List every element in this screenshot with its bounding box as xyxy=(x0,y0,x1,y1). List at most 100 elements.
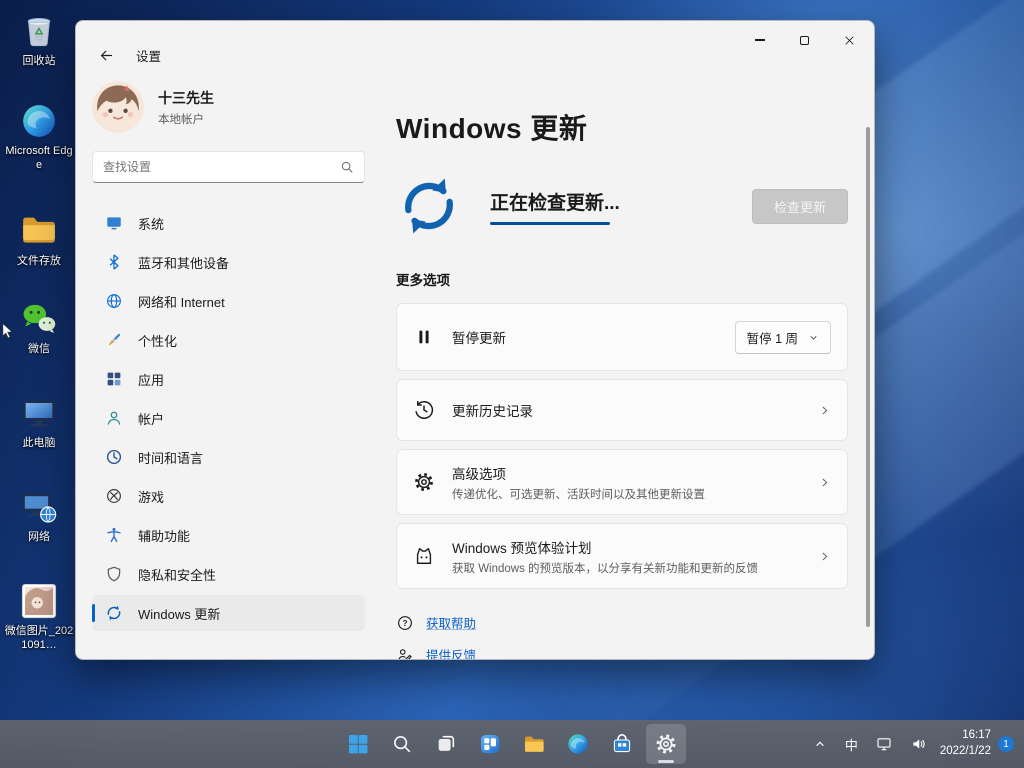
desktop-icon-edge[interactable]: Microsoft Edge xyxy=(4,100,74,173)
user-account-row[interactable]: 十三先生 本地帐户 xyxy=(92,81,365,133)
sidebar-item-privacy-security[interactable]: 隐私和安全性 xyxy=(92,556,365,592)
shield-icon xyxy=(105,565,123,583)
sidebar-item-label: 帐户 xyxy=(138,409,164,428)
network-tray-button[interactable] xyxy=(870,724,898,764)
desktop-icon-label: Microsoft Edge xyxy=(4,145,74,173)
update-progress-bar xyxy=(490,222,610,225)
recycle-bin-icon xyxy=(18,10,60,52)
microsoft-store-button[interactable] xyxy=(602,724,642,764)
maximize-button[interactable] xyxy=(782,23,827,57)
advanced-options-card[interactable]: 高级选项 传递优化、可选更新、活跃时间以及其他更新设置 xyxy=(396,449,848,515)
sidebar-item-label: 网络和 Internet xyxy=(138,292,225,311)
sidebar-item-windows-update[interactable]: Windows 更新 xyxy=(92,595,365,631)
store-icon xyxy=(610,732,634,756)
card-subtitle: 获取 Windows 的预览版本，以分享有关新功能和更新的反馈 xyxy=(452,560,758,576)
give-feedback-link[interactable]: 提供反馈 xyxy=(396,645,476,660)
page-title: Windows 更新 xyxy=(396,107,848,147)
sidebar-item-label: 游戏 xyxy=(138,487,164,506)
card-title: Windows 预览体验计划 xyxy=(452,537,758,557)
volume-tray-button[interactable] xyxy=(905,724,933,764)
settings-sidebar: 十三先生 本地帐户 系统 蓝牙和其他设备 网络和 Internet xyxy=(76,77,381,659)
chevron-right-icon xyxy=(818,404,831,417)
ime-indicator[interactable]: 中 xyxy=(840,724,863,764)
minimize-button[interactable] xyxy=(737,23,782,57)
chevron-right-icon xyxy=(818,476,831,489)
sidebar-item-label: 蓝牙和其他设备 xyxy=(138,253,229,272)
notification-count-badge[interactable]: 1 xyxy=(998,736,1014,752)
update-status-text: 正在检查更新... xyxy=(490,188,620,215)
image-file-icon xyxy=(18,580,60,622)
taskbar-clock[interactable]: 16:17 2022/1/22 xyxy=(940,728,991,759)
chevron-down-icon xyxy=(808,332,819,343)
sidebar-item-personalization[interactable]: 个性化 xyxy=(92,322,365,358)
task-view-icon xyxy=(435,733,457,755)
sidebar-item-accounts[interactable]: 帐户 xyxy=(92,400,365,436)
sidebar-item-bluetooth-devices[interactable]: 蓝牙和其他设备 xyxy=(92,244,365,280)
desktop-icon-label: 回收站 xyxy=(23,55,56,69)
sidebar-item-system[interactable]: 系统 xyxy=(92,205,365,241)
xbox-icon xyxy=(105,487,123,505)
insider-program-card[interactable]: Windows 预览体验计划 获取 Windows 的预览版本，以分享有关新功能… xyxy=(396,523,848,589)
search-input[interactable] xyxy=(103,160,340,174)
settings-app-button[interactable] xyxy=(646,724,686,764)
desktop-icon-recycle-bin[interactable]: 回收站 xyxy=(4,10,74,69)
network-icon xyxy=(875,735,893,753)
windows-logo-icon xyxy=(346,732,370,756)
desktop-icon-label: 微信图片_2021091… xyxy=(4,625,74,653)
accessibility-icon xyxy=(105,526,123,544)
help-icon: ? xyxy=(396,614,414,632)
help-links: ? 获取帮助 提供反馈 xyxy=(396,613,848,660)
sidebar-item-apps[interactable]: 应用 xyxy=(92,361,365,397)
widgets-button[interactable] xyxy=(470,724,510,764)
tray-overflow-button[interactable] xyxy=(807,724,833,764)
taskbar: 中 16:17 2022/1/22 1 xyxy=(0,720,1024,768)
window-scrollbar[interactable] xyxy=(866,127,870,637)
window-titlebar: 设置 xyxy=(76,21,874,77)
taskbar-search-button[interactable] xyxy=(382,724,422,764)
desktop-icon-folder[interactable]: 文件存放 xyxy=(4,210,74,269)
close-button[interactable] xyxy=(827,23,872,57)
clock-icon xyxy=(105,448,123,466)
globe-icon xyxy=(105,292,123,310)
pause-updates-card: 暂停更新 暂停 1 周 xyxy=(396,303,848,371)
svg-text:?: ? xyxy=(403,618,408,627)
system-icon xyxy=(105,214,123,232)
mouse-cursor xyxy=(0,322,17,344)
this-pc-icon xyxy=(18,392,60,434)
pause-duration-dropdown[interactable]: 暂停 1 周 xyxy=(735,321,831,354)
desktop-icon-wechat-image[interactable]: 微信图片_2021091… xyxy=(4,580,74,653)
start-button[interactable] xyxy=(338,724,378,764)
sidebar-item-network-internet[interactable]: 网络和 Internet xyxy=(92,283,365,319)
get-help-link[interactable]: ? 获取帮助 xyxy=(396,613,476,632)
file-explorer-button[interactable] xyxy=(514,724,554,764)
folder-icon xyxy=(18,210,60,252)
desktop-icon-network[interactable]: 网络 xyxy=(4,486,74,545)
user-account-type: 本地帐户 xyxy=(158,111,214,127)
scrollbar-thumb[interactable] xyxy=(866,127,870,627)
widgets-icon xyxy=(478,732,502,756)
check-updates-button[interactable]: 检查更新 xyxy=(752,189,848,224)
settings-window: 设置 十三先生 本地帐户 系统 xyxy=(75,20,875,660)
settings-gear-icon xyxy=(654,732,678,756)
chevron-right-icon xyxy=(818,550,831,563)
sidebar-item-gaming[interactable]: 游戏 xyxy=(92,478,365,514)
desktop-icon-this-pc[interactable]: 此电脑 xyxy=(4,392,74,451)
back-button[interactable] xyxy=(92,43,120,67)
task-view-button[interactable] xyxy=(426,724,466,764)
sidebar-item-time-language[interactable]: 时间和语言 xyxy=(92,439,365,475)
edge-icon xyxy=(566,732,590,756)
sidebar-item-accessibility[interactable]: 辅助功能 xyxy=(92,517,365,553)
insider-ninja-cat-icon xyxy=(413,545,435,567)
desktop-icon-label: 微信 xyxy=(28,343,50,357)
history-icon xyxy=(413,399,435,421)
settings-search-box[interactable] xyxy=(92,151,365,183)
edge-browser-button[interactable] xyxy=(558,724,598,764)
update-history-card[interactable]: 更新历史记录 xyxy=(396,379,848,441)
sidebar-item-label: 隐私和安全性 xyxy=(138,565,216,584)
card-title: 更新历史记录 xyxy=(452,400,533,420)
clock-time: 16:17 xyxy=(940,728,991,744)
link-label: 获取帮助 xyxy=(426,613,476,632)
card-subtitle: 传递优化、可选更新、活跃时间以及其他更新设置 xyxy=(452,486,705,502)
update-sync-icon xyxy=(396,173,462,239)
user-name: 十三先生 xyxy=(158,88,214,108)
